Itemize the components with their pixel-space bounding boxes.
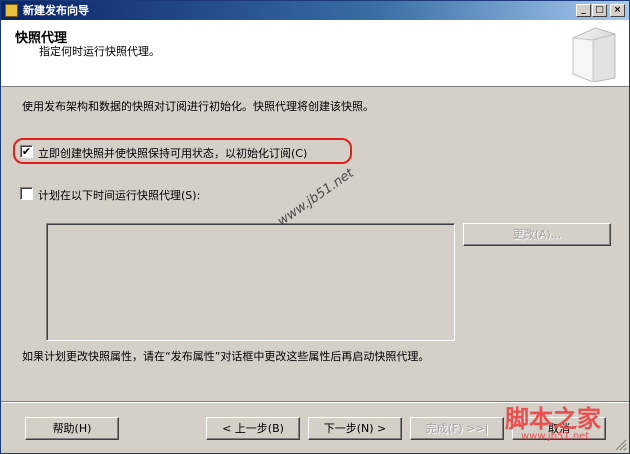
help-button[interactable]: 帮助(H) xyxy=(25,417,119,440)
schedule-description-box xyxy=(46,223,455,341)
immediate-snapshot-checkbox[interactable]: ✔ xyxy=(20,145,33,158)
maximize-button[interactable]: □ xyxy=(592,4,607,17)
finish-button[interactable]: 完成(F) >>| xyxy=(410,417,504,440)
watermark-text: www.jb51.net xyxy=(275,165,357,230)
brand-url-watermark: www.jb51.net xyxy=(521,431,590,442)
immediate-snapshot-label[interactable]: 立即创建快照并使快照保持可用状态，以初始化订阅(C) xyxy=(38,145,307,161)
back-button[interactable]: < 上一步(B) xyxy=(206,417,300,440)
description-text: 使用发布架构和数据的快照对订阅进行初始化。快照代理将创建该快照。 xyxy=(22,100,374,113)
page-subtitle: 指定何时运行快照代理。 xyxy=(39,45,160,58)
close-button[interactable]: × xyxy=(610,4,625,17)
brand-watermark: 脚本之家 xyxy=(505,404,601,433)
footnote-text: 如果计划更改快照属性，请在“发布属性”对话框中更改这些属性后再启动快照代理。 xyxy=(22,350,430,363)
publication-book-icon xyxy=(572,27,616,82)
schedule-snapshot-checkbox[interactable] xyxy=(20,187,33,200)
wizard-header: 快照代理 指定何时运行快照代理。 xyxy=(1,20,629,87)
resize-grip-icon[interactable] xyxy=(615,439,627,451)
schedule-snapshot-label[interactable]: 计划在以下时间运行快照代理(S): xyxy=(38,187,200,203)
next-button[interactable]: 下一步(N) > xyxy=(308,417,402,440)
minimize-button[interactable]: _ xyxy=(576,4,591,17)
app-icon xyxy=(5,4,18,17)
change-schedule-button[interactable]: 更改(A)... xyxy=(463,223,611,246)
title-bar[interactable]: 新建发布向导 _ □ × xyxy=(1,1,629,20)
window-title: 新建发布向导 xyxy=(23,4,89,17)
wizard-window: 新建发布向导 _ □ × 快照代理 指定何时运行快照代理。 使用发布架构和数据的… xyxy=(0,0,630,454)
